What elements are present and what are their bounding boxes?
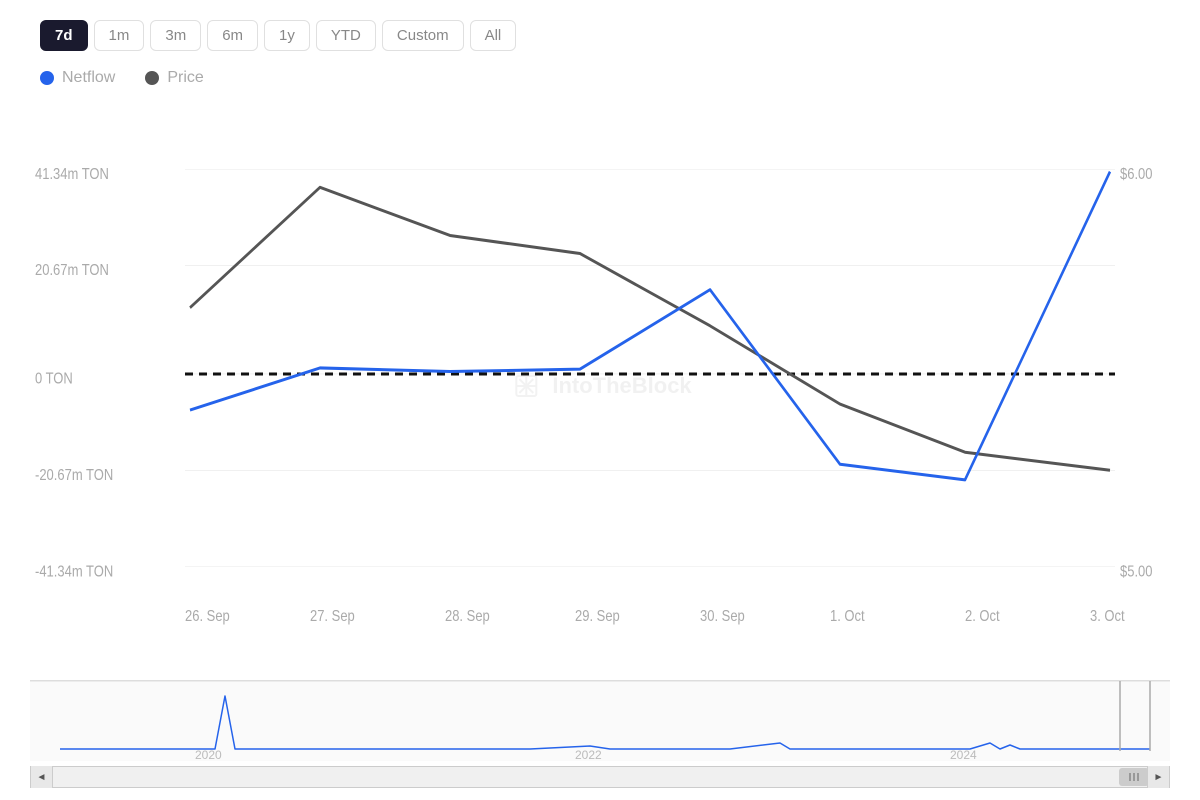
svg-text:28. Sep: 28. Sep	[445, 608, 490, 625]
scroll-thumb[interactable]	[1119, 768, 1149, 786]
time-btn-1m[interactable]: 1m	[94, 20, 145, 51]
time-range-bar: 7d1m3m6m1yYTDCustomAll	[30, 20, 1170, 51]
svg-text:2022: 2022	[575, 748, 602, 761]
svg-text:0 TON: 0 TON	[35, 371, 73, 388]
svg-text:20.67m TON: 20.67m TON	[35, 262, 109, 279]
svg-text:3. Oct: 3. Oct	[1090, 608, 1125, 625]
svg-text:-41.34m TON: -41.34m TON	[35, 563, 113, 580]
scroll-right-button[interactable]: ►	[1147, 766, 1169, 788]
scroll-left-button[interactable]: ◄	[31, 766, 53, 788]
time-btn-7d[interactable]: 7d	[40, 20, 88, 51]
time-btn-3m[interactable]: 3m	[150, 20, 201, 51]
mini-chart-container: 2020 2022 2024 ◄ ►	[30, 680, 1170, 790]
time-btn-ytd[interactable]: YTD	[316, 20, 376, 51]
svg-text:$6.00: $6.00	[1120, 166, 1153, 183]
legend-price: Price	[145, 69, 203, 87]
scroll-bar: ◄ ►	[30, 766, 1170, 788]
page-container: 7d1m3m6m1yYTDCustomAll Netflow Price	[0, 0, 1200, 800]
svg-text:29. Sep: 29. Sep	[575, 608, 620, 625]
svg-text:1. Oct: 1. Oct	[830, 608, 865, 625]
svg-text:26. Sep: 26. Sep	[185, 608, 230, 625]
chart-wrapper: IntoTheBlock 41.34m TON 20.67m TON 0 TON…	[30, 97, 1170, 790]
price-label: Price	[167, 69, 203, 87]
svg-text:2024: 2024	[950, 748, 977, 761]
time-btn-6m[interactable]: 6m	[207, 20, 258, 51]
main-chart-svg: 41.34m TON 20.67m TON 0 TON -20.67m TON …	[30, 97, 1170, 675]
netflow-dot	[40, 71, 54, 85]
svg-text:$5.00: $5.00	[1120, 563, 1153, 580]
svg-text:27. Sep: 27. Sep	[310, 608, 355, 625]
mini-chart-svg: 2020 2022 2024	[30, 681, 1170, 761]
main-chart-area: IntoTheBlock 41.34m TON 20.67m TON 0 TON…	[30, 97, 1170, 675]
price-dot	[145, 71, 159, 85]
legend-netflow: Netflow	[40, 69, 115, 87]
svg-text:2. Oct: 2. Oct	[965, 608, 1000, 625]
netflow-label: Netflow	[62, 69, 115, 87]
legend: Netflow Price	[30, 69, 1170, 87]
svg-text:30. Sep: 30. Sep	[700, 608, 745, 625]
time-btn-1y[interactable]: 1y	[264, 20, 310, 51]
time-btn-custom[interactable]: Custom	[382, 20, 464, 51]
svg-text:41.34m TON: 41.34m TON	[35, 166, 109, 183]
svg-text:-20.67m TON: -20.67m TON	[35, 467, 113, 484]
time-btn-all[interactable]: All	[470, 20, 517, 51]
svg-text:2020: 2020	[195, 748, 222, 761]
